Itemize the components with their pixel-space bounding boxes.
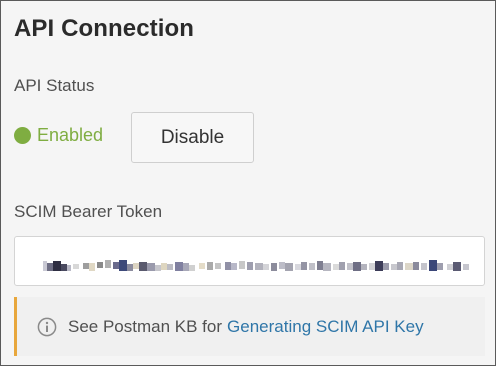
api-connection-panel: API Connection API Status Enabled Disabl… [0, 0, 496, 366]
api-status-label: API Status [14, 76, 95, 95]
disable-button[interactable]: Disable [131, 112, 254, 163]
info-banner: See Postman KB for Generating SCIM API K… [14, 297, 485, 356]
generating-scim-api-key-link[interactable]: Generating SCIM API Key [227, 317, 424, 337]
token-label: SCIM Bearer Token [14, 202, 163, 221]
bearer-token-field[interactable] [14, 236, 485, 286]
api-status-value: Enabled [37, 125, 104, 145]
obscured-token-value [43, 251, 473, 273]
status-dot-icon [14, 127, 31, 144]
info-circle-icon [37, 317, 57, 337]
page-title: API Connection [14, 15, 195, 42]
info-text: See Postman KB for [68, 316, 223, 336]
api-status-indicator: Enabled [14, 125, 103, 146]
